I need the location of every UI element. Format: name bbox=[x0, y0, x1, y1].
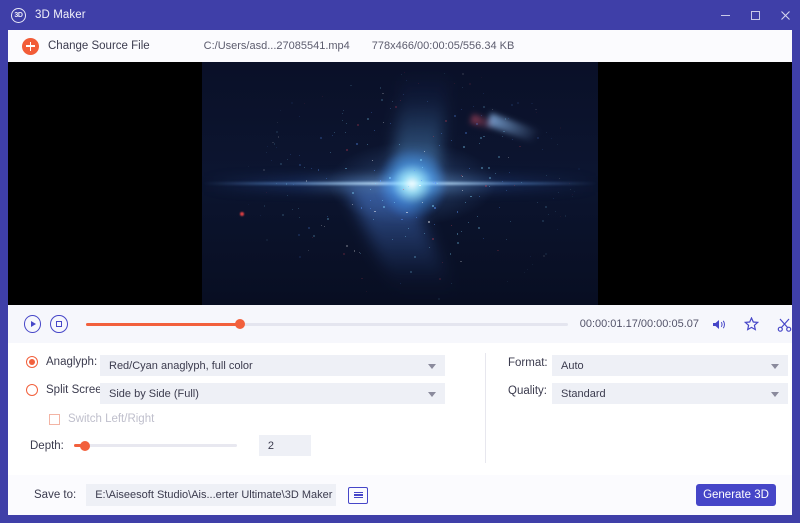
quality-row: Quality: bbox=[508, 385, 556, 397]
switch-lr-row: Switch Left/Right bbox=[49, 413, 154, 425]
red-particle bbox=[240, 212, 244, 216]
chevron-down-icon bbox=[428, 364, 436, 369]
split-screen-row: Split Screen: bbox=[26, 384, 111, 396]
generate-3d-button[interactable]: Generate 3D bbox=[696, 484, 776, 506]
anaglyph-radio[interactable] bbox=[26, 356, 38, 368]
options-left: Anaglyph: Red/Cyan anaglyph, full color … bbox=[8, 343, 485, 475]
save-to-label: Save to: bbox=[34, 489, 76, 501]
stop-button[interactable] bbox=[50, 315, 67, 333]
app-logo-text: 3D bbox=[14, 12, 22, 19]
switch-lr-checkbox[interactable] bbox=[49, 414, 60, 425]
folder-lines bbox=[354, 490, 363, 499]
plus-icon[interactable] bbox=[22, 38, 39, 55]
quality-label: Quality: bbox=[508, 385, 556, 397]
split-screen-value: Side by Side (Full) bbox=[109, 388, 199, 400]
anaglyph-row: Anaglyph: bbox=[26, 356, 97, 368]
save-path-select[interactable]: E:\Aiseesoft Studio\Ais...erter Ultimate… bbox=[86, 484, 336, 506]
play-icon bbox=[31, 321, 36, 327]
progress-slider[interactable] bbox=[86, 323, 568, 326]
time-display: 00:00:01.17/00:00:05.07 bbox=[580, 318, 699, 330]
player-bar: 00:00:01.17/00:00:05.07 bbox=[8, 305, 792, 343]
progress-fill bbox=[86, 323, 240, 326]
window-controls bbox=[710, 0, 800, 30]
depth-row: Depth: 2 bbox=[30, 435, 311, 456]
chevron-down-icon bbox=[428, 392, 436, 397]
source-file-path: C:/Users/asd...27085541.mp4 bbox=[204, 40, 350, 52]
progress-handle[interactable] bbox=[235, 319, 245, 329]
folder-icon[interactable] bbox=[348, 487, 368, 504]
comet-streak bbox=[487, 113, 548, 146]
source-bar: Change Source File C:/Users/asd...270855… bbox=[8, 30, 792, 62]
chevron-down-icon bbox=[771, 364, 779, 369]
split-screen-select[interactable]: Side by Side (Full) bbox=[100, 383, 445, 404]
format-label: Format: bbox=[508, 357, 556, 369]
switch-lr-label: Switch Left/Right bbox=[68, 413, 154, 425]
app-title: 3D Maker bbox=[35, 9, 86, 21]
close-button[interactable] bbox=[770, 0, 800, 30]
title-bar: 3D 3D Maker bbox=[0, 0, 800, 30]
options-panel: Anaglyph: Red/Cyan anaglyph, full color … bbox=[8, 343, 792, 475]
anaglyph-label: Anaglyph: bbox=[46, 356, 97, 368]
scissors-icon[interactable] bbox=[777, 317, 792, 332]
depth-value: 2 bbox=[268, 440, 274, 452]
video-preview[interactable] bbox=[8, 62, 792, 305]
volume-icon[interactable] bbox=[712, 318, 727, 331]
quality-value: Standard bbox=[561, 388, 606, 400]
maximize-button[interactable] bbox=[740, 0, 770, 30]
source-file-info: 778x466/00:00:05/556.34 KB bbox=[372, 40, 515, 52]
app-window: 3D 3D Maker Change Source File C:/Users/… bbox=[0, 0, 800, 523]
depth-handle[interactable] bbox=[80, 441, 90, 451]
format-row: Format: bbox=[508, 357, 556, 369]
anaglyph-select[interactable]: Red/Cyan anaglyph, full color bbox=[100, 355, 445, 376]
chevron-down-icon bbox=[771, 392, 779, 397]
change-source-file-button[interactable]: Change Source File bbox=[48, 40, 150, 52]
split-screen-radio[interactable] bbox=[26, 384, 38, 396]
depth-slider[interactable] bbox=[74, 444, 237, 447]
format-select[interactable]: Auto bbox=[552, 355, 788, 376]
save-path-value: E:\Aiseesoft Studio\Ais...erter Ultimate… bbox=[95, 489, 332, 501]
quality-select[interactable]: Standard bbox=[552, 383, 788, 404]
depth-select[interactable]: 2 bbox=[259, 435, 311, 456]
anaglyph-value: Red/Cyan anaglyph, full color bbox=[109, 360, 253, 372]
play-button[interactable] bbox=[24, 315, 41, 333]
video-frame bbox=[202, 62, 598, 305]
snapshot-icon[interactable] bbox=[744, 317, 759, 332]
options-right: Format: Auto Quality: Standard bbox=[486, 343, 792, 475]
depth-label: Depth: bbox=[30, 440, 64, 452]
app-logo-icon: 3D bbox=[11, 8, 26, 23]
minimize-button[interactable] bbox=[710, 0, 740, 30]
stop-icon bbox=[56, 321, 62, 327]
save-bar: Save to: E:\Aiseesoft Studio\Ais...erter… bbox=[8, 475, 792, 515]
format-value: Auto bbox=[561, 360, 584, 372]
